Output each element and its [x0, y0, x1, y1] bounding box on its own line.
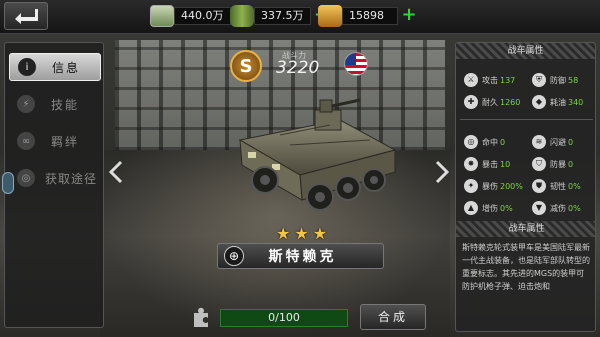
- power-value: 3220: [276, 58, 320, 78]
- stat-damage-bonus: ▲ 增伤 0%: [464, 201, 513, 215]
- location-icon: ◎: [17, 169, 35, 187]
- chevron-right-icon: [435, 160, 450, 184]
- progress-text: 0/100: [268, 311, 300, 324]
- damage-reduction-icon: ▼: [532, 201, 546, 215]
- fuel-resource: 337.5万 +: [230, 5, 330, 27]
- stat-anti-crit: ⛉ 防暴 0: [532, 157, 573, 171]
- hit-icon: ◎: [464, 135, 478, 149]
- stats-panel: 战车属性 ⚔ 攻击 137 ⛨ 防御 58 ✚ 耐久 1260 ◆ 耗油 340…: [455, 42, 596, 332]
- toughness-icon: ⛊: [532, 179, 546, 193]
- attack-icon: ⚔: [464, 73, 478, 87]
- stat-dodge: ≋ 闪避 0: [532, 135, 573, 149]
- menu-item-info[interactable]: i 信息: [9, 53, 101, 81]
- stat-hit: ◎ 命中 0: [464, 135, 505, 149]
- fuel-value: 337.5万: [254, 7, 311, 25]
- star-icon: ★: [276, 224, 291, 243]
- gold-add-button[interactable]: +: [401, 6, 417, 24]
- cash-value: 440.0万: [174, 7, 231, 25]
- side-tab-handle[interactable]: [2, 172, 14, 194]
- stat-defense: ⛨ 防御 58: [532, 73, 578, 87]
- stats-panel-title: 战车属性: [456, 43, 595, 59]
- link-icon: ∞: [17, 132, 35, 150]
- menu-item-label: 羁绊: [51, 134, 80, 149]
- fragment-progress-bar: 0/100: [220, 309, 348, 327]
- stat-crit: ✸ 暴击 10: [464, 157, 510, 171]
- prev-unit-arrow[interactable]: [108, 160, 124, 184]
- star-rating: ★ ★ ★: [276, 224, 327, 243]
- cash-stack-icon: [150, 5, 174, 27]
- usa-flag-icon: [344, 52, 368, 76]
- gold-bars-icon: [318, 5, 342, 27]
- next-unit-arrow[interactable]: [434, 160, 450, 184]
- menu-item-label: 技能: [51, 97, 80, 112]
- menu-item-label: 获取途径: [45, 171, 98, 186]
- cash-resource: 440.0万: [150, 5, 231, 27]
- craft-button[interactable]: 合成: [360, 304, 426, 330]
- star-icon: ★: [294, 224, 309, 243]
- back-button[interactable]: [4, 2, 48, 30]
- chevron-left-icon: [108, 160, 123, 184]
- unit-header: S 战斗力 3220: [230, 50, 370, 84]
- unit-description: 斯特赖克轮式装甲车是美国陆军最新一代主战装备，也是陆军部队转型的重要标志。其先进…: [462, 243, 590, 291]
- menu-item-skills[interactable]: ⚡ 技能: [9, 90, 101, 118]
- back-arrow-icon: [15, 9, 38, 24]
- gold-value: 15898: [342, 7, 398, 25]
- dodge-icon: ≋: [532, 135, 546, 149]
- fuel-consumption-icon: ◆: [532, 95, 546, 109]
- stat-durability: ✚ 耐久 1260: [464, 95, 520, 109]
- unit-name-bar: ⊕ 斯特赖克: [217, 243, 384, 269]
- menu-item-bonds[interactable]: ∞ 羁绊: [9, 127, 101, 155]
- lightning-icon: ⚡: [17, 95, 35, 113]
- unit-name: 斯特赖克: [268, 249, 337, 265]
- puzzle-piece-icon: [190, 307, 212, 329]
- anti-crit-icon: ⛉: [532, 157, 546, 171]
- stat-damage-reduction: ▼ 减伤 0%: [532, 201, 581, 215]
- damage-bonus-icon: ▲: [464, 201, 478, 215]
- gold-resource: 15898 +: [318, 5, 417, 27]
- rank-badge: S: [230, 50, 262, 82]
- stat-toughness: ⛊ 韧性 0%: [532, 179, 581, 193]
- plus-circle-icon: ⊕: [224, 246, 244, 266]
- crit-icon: ✸: [464, 157, 478, 171]
- top-bar: 440.0万 337.5万 + 15898 +: [0, 0, 600, 34]
- description-title: 战车属性: [456, 221, 595, 237]
- menu-item-source[interactable]: ◎ 获取途径: [9, 164, 101, 192]
- info-icon: i: [18, 58, 36, 76]
- left-menu: i 信息 ⚡ 技能 ∞ 羁绊 ◎ 获取途径: [4, 42, 104, 328]
- crit-damage-icon: ✦: [464, 179, 478, 193]
- oil-barrel-icon: [230, 5, 254, 27]
- stat-crit-damage: ✦ 暴伤 200%: [464, 179, 523, 193]
- menu-item-label: 信息: [52, 60, 81, 75]
- durability-icon: ✚: [464, 95, 478, 109]
- star-icon: ★: [312, 224, 328, 243]
- stat-fuel-consumption: ◆ 耗油 340: [532, 95, 583, 109]
- stat-attack: ⚔ 攻击 137: [464, 73, 515, 87]
- stats-divider: [460, 119, 593, 120]
- stryker-tank-image: [220, 80, 410, 220]
- shield-icon: ⛨: [532, 73, 546, 87]
